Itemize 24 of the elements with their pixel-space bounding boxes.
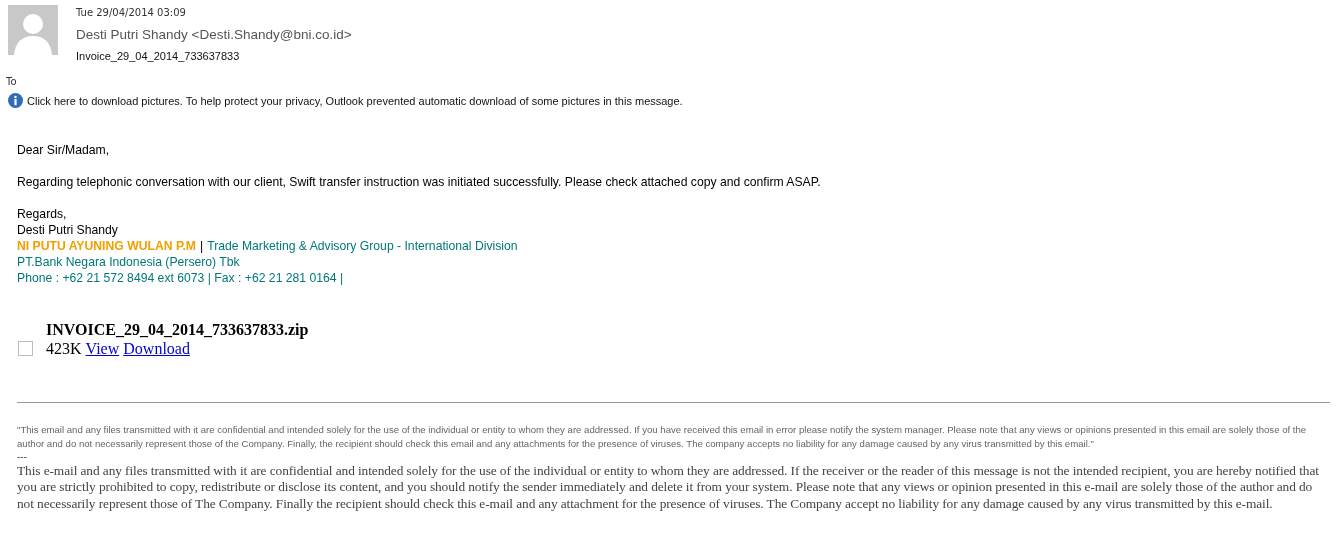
info-icon — [8, 93, 23, 108]
sent-date: Tue 29/04/2014 03:09 — [76, 7, 187, 19]
avatar-icon — [8, 5, 58, 55]
file-icon — [18, 341, 33, 356]
view-link[interactable]: View — [85, 339, 120, 358]
signature-company: PT.Bank Negara Indonesia (Persero) Tbk — [17, 255, 240, 269]
disclaimer-text: "This email and any files transmitted with it are confidential and intended solely for the use of the individual or entity to whom they are addressed. If you have received this email in error please notify the system manager. Please note that any views or opinions presented in this email are solely those of the author and do not necessarily represent those of the Company. Finally, the recipient should check this email and any attachments for the presence of viruses. The company accepts no liability for any damage caused by any virus transmitted by this email." — [17, 423, 1308, 451]
closing: Regards, — [17, 206, 68, 222]
attachment-size: 423K — [46, 339, 82, 358]
disclaimer-text: This e-mail and any files transmitted with it are confidential and intended solely for the use of the individual or entity to whom they are addressed. If the receiver or the reader of this message is not the intended recipient, you are hereby notified that you are strictly prohibited to copy, redistribute or disclose its content, and you should notify the sender immediately and delete it from your system. Please note that any views or opinion presented in this e-mail are solely those of the author and do not necessarily represent those of The Company. Finally the recipient should check this e-mail and any attachment for the presence of viruses. The Company accept no liability for any damage caused by any virus transmitted by this e-mail. — [17, 463, 1320, 512]
download-link[interactable]: Download — [123, 339, 190, 358]
sender: Desti Putri Shandy <Desti.Shandy@bni.co.id> — [76, 26, 352, 44]
message-text: Regarding telephonic conversation with our client, Swift transfer instruction was initiated successfully. Please check attached copy and confirm ASAP. — [17, 174, 822, 190]
attachment-filename: INVOICE_29_04_2014_733637833.zip — [46, 320, 310, 339]
separator: | — [200, 239, 204, 253]
download-pictures-notice[interactable]: Click here to download pictures. To help protect your privacy, Outlook prevented automatic download of some pictures in this message. — [27, 94, 683, 107]
signature-name: NI PUTU AYUNING WULAN P.M — [17, 239, 196, 253]
dash-separator: --- — [17, 451, 28, 463]
signature-division: Trade Marketing & Advisory Group - International Division — [207, 239, 518, 253]
to-label: To — [5, 75, 18, 87]
greeting: Dear Sir/Madam, — [17, 142, 111, 158]
signer-name: Desti Putri Shandy — [17, 222, 119, 238]
signature-contact: Phone : +62 21 572 8494 ext 6073 | Fax : +62 21 281 0164 | — [17, 271, 344, 285]
subject: Invoice_29_04_2014_733637833 — [76, 49, 241, 63]
